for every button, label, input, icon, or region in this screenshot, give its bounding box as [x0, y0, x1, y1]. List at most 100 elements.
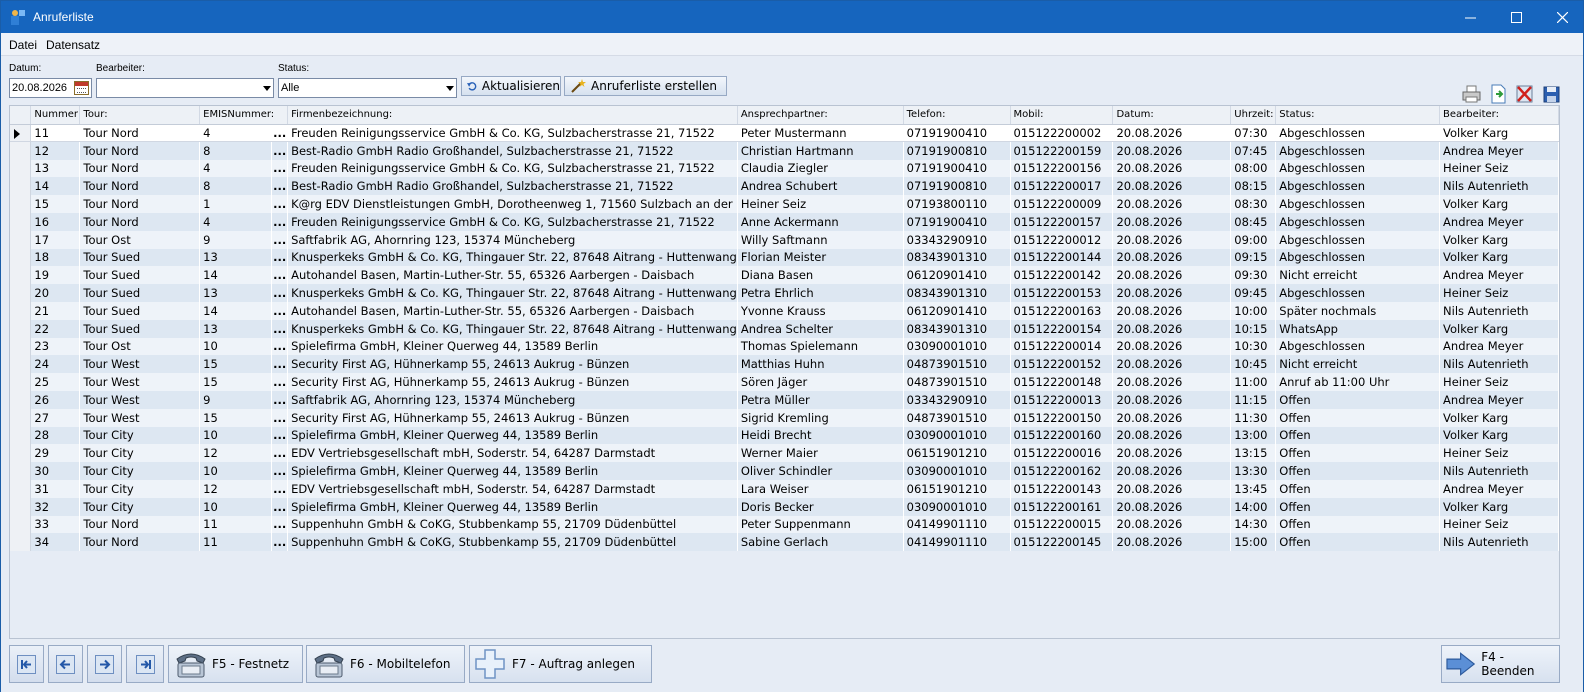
table-row[interactable]: 16 Tour Nord 4... Freuden Reinigungsservice… — [10, 212, 1559, 231]
cell-ansprechpartner[interactable]: Sigrid Kremling — [737, 408, 904, 427]
cell-bearbeiter[interactable]: Volker Karg — [1439, 230, 1559, 249]
cell-ansprechpartner[interactable]: Oliver Schindler — [737, 462, 904, 480]
cell-nummer[interactable]: 33 — [30, 515, 81, 534]
cell-nummer[interactable]: 34 — [30, 533, 81, 552]
row-indicator[interactable] — [10, 408, 32, 427]
row-indicator[interactable] — [10, 284, 32, 302]
cell-datum[interactable]: 20.08.2026 — [1112, 533, 1232, 552]
last-record-button[interactable] — [126, 645, 164, 683]
cell-nummer[interactable]: 32 — [30, 497, 81, 516]
table-row[interactable]: 21 Tour Sued 14... Autohandel Basen, Martin… — [10, 301, 1559, 320]
cell-datum[interactable]: 20.08.2026 — [1112, 212, 1232, 231]
cell-firmenbezeichnung[interactable]: Security First AG, Hühnerkamp 55, 24613 … — [287, 408, 738, 427]
cell-mobil[interactable]: 015122200009 — [1010, 195, 1114, 213]
cell-ansprechpartner[interactable]: Heiner Seiz — [737, 195, 904, 213]
cell-ansprechpartner[interactable]: Willy Saftmann — [737, 230, 904, 249]
cell-ansprechpartner[interactable]: Christian Hartmann — [737, 141, 904, 160]
cell-firmenbezeichnung[interactable]: Knusperkeks GmbH & Co. KG, Thingauer Str… — [287, 284, 738, 302]
row-indicator[interactable] — [10, 159, 32, 178]
cell-uhrzeit[interactable]: 07:30 — [1230, 124, 1277, 143]
cell-emisnummer[interactable]: 15 — [199, 355, 273, 374]
cell-nummer[interactable]: 25 — [30, 373, 81, 391]
menu-datensatz[interactable]: Datensatz — [46, 38, 100, 52]
row-indicator[interactable] — [10, 497, 32, 516]
row-indicator[interactable] — [10, 462, 32, 480]
create-list-button[interactable]: Anruferliste erstellen — [564, 76, 727, 96]
cell-firmenbezeichnung[interactable]: K@rg EDV Dienstleistungen GmbH, Dorothee… — [287, 195, 738, 213]
cell-mobil[interactable]: 015122200163 — [1010, 301, 1114, 320]
cell-uhrzeit[interactable]: 09:45 — [1230, 284, 1277, 302]
cell-datum[interactable]: 20.08.2026 — [1112, 159, 1232, 178]
cell-emisnummer[interactable]: 14 — [199, 301, 273, 320]
cell-datum[interactable]: 20.08.2026 — [1112, 355, 1232, 374]
table-row[interactable]: 28 Tour City 10... Spielefirma GmbH, Kleine… — [10, 426, 1559, 445]
table-row[interactable]: 27 Tour West 15... Security First AG, Hühne… — [10, 408, 1559, 427]
cell-emisnummer[interactable]: 11 — [199, 515, 273, 534]
cell-telefon[interactable]: 03343290910 — [903, 390, 1011, 409]
cell-status[interactable]: Abgeschlossen — [1275, 141, 1441, 160]
cell-nummer[interactable]: 21 — [30, 301, 81, 320]
export-button[interactable] — [1489, 84, 1508, 104]
cell-emisnummer[interactable]: 10 — [199, 426, 273, 445]
cell-tour[interactable]: Tour City — [79, 497, 201, 516]
cell-datum[interactable]: 20.08.2026 — [1112, 337, 1232, 356]
emis-lookup-button[interactable]: ... — [271, 373, 289, 391]
cell-telefon[interactable]: 06120901410 — [903, 266, 1011, 285]
cell-emisnummer[interactable]: 15 — [199, 408, 273, 427]
cell-bearbeiter[interactable]: Heiner Seiz — [1439, 515, 1559, 534]
cell-status[interactable]: Offen — [1275, 479, 1441, 498]
cell-datum[interactable]: 20.08.2026 — [1112, 426, 1232, 445]
cell-datum[interactable]: 20.08.2026 — [1112, 284, 1232, 302]
cell-ansprechpartner[interactable]: Doris Becker — [737, 497, 904, 516]
cell-datum[interactable]: 20.08.2026 — [1112, 230, 1232, 249]
maximize-button[interactable] — [1493, 1, 1539, 33]
cell-bearbeiter[interactable]: Nils Autenrieth — [1439, 177, 1559, 196]
cell-mobil[interactable]: 015122200014 — [1010, 337, 1114, 356]
row-indicator[interactable] — [10, 141, 32, 160]
cell-bearbeiter[interactable]: Heiner Seiz — [1439, 373, 1559, 391]
col-header-nummer[interactable]: Nummer — [30, 106, 81, 125]
table-row[interactable]: 15 Tour Nord 1... K@rg EDV Dienstleistungen… — [10, 195, 1559, 213]
emis-lookup-button[interactable]: ... — [271, 462, 289, 480]
cell-datum[interactable]: 20.08.2026 — [1112, 248, 1232, 267]
cell-ansprechpartner[interactable]: Sören Jäger — [737, 373, 904, 391]
emis-lookup-button[interactable]: ... — [271, 319, 289, 338]
cell-mobil[interactable]: 015122200161 — [1010, 497, 1114, 516]
cell-ansprechpartner[interactable]: Werner Maier — [737, 444, 904, 463]
cell-bearbeiter[interactable]: Volker Karg — [1439, 319, 1559, 338]
datum-field[interactable]: 20.08.2026 — [9, 78, 92, 98]
refresh-button[interactable]: Aktualisieren — [461, 76, 561, 96]
emis-lookup-button[interactable]: ... — [271, 284, 289, 302]
row-indicator[interactable] — [10, 124, 32, 143]
cell-firmenbezeichnung[interactable]: Best-Radio GmbH Radio Großhandel, Sulzba… — [287, 141, 738, 160]
cell-nummer[interactable]: 19 — [30, 266, 81, 285]
cell-bearbeiter[interactable]: Andrea Meyer — [1439, 479, 1559, 498]
cell-bearbeiter[interactable]: Volker Karg — [1439, 124, 1559, 143]
cell-tour[interactable]: Tour Nord — [79, 195, 201, 213]
cell-emisnummer[interactable]: 13 — [199, 248, 273, 267]
table-row[interactable]: 17 Tour Ost 9... Saftfabrik AG, Ahornring 1… — [10, 230, 1559, 249]
table-row[interactable]: 20 Tour Sued 13... Knusperkeks GmbH & Co. K… — [10, 284, 1559, 302]
col-header-firmenbezeichnung[interactable]: Firmenbezeichnung: — [287, 106, 738, 125]
cell-mobil[interactable]: 015122200160 — [1010, 426, 1114, 445]
cell-status[interactable]: Offen — [1275, 444, 1441, 463]
col-header-emisnummer[interactable]: EMISNummer: — [199, 106, 289, 125]
cell-ansprechpartner[interactable]: Peter Mustermann — [737, 124, 904, 143]
cell-emisnummer[interactable]: 12 — [199, 479, 273, 498]
row-indicator[interactable] — [10, 515, 32, 534]
cell-tour[interactable]: Tour Nord — [79, 141, 201, 160]
cell-mobil[interactable]: 015122200143 — [1010, 479, 1114, 498]
cell-tour[interactable]: Tour Sued — [79, 301, 201, 320]
bearbeiter-select[interactable] — [96, 78, 274, 98]
cell-ansprechpartner[interactable]: Claudia Ziegler — [737, 159, 904, 178]
cell-ansprechpartner[interactable]: Matthias Huhn — [737, 355, 904, 374]
cell-firmenbezeichnung[interactable]: Spielefirma GmbH, Kleiner Querweg 44, 13… — [287, 462, 738, 480]
table-row[interactable]: 25 Tour West 15... Security First AG, Hühne… — [10, 373, 1559, 391]
cell-datum[interactable]: 20.08.2026 — [1112, 266, 1232, 285]
table-row[interactable]: 30 Tour City 10... Spielefirma GmbH, Kleine… — [10, 462, 1559, 480]
cell-telefon[interactable]: 08343901310 — [903, 284, 1011, 302]
cell-status[interactable]: Abgeschlossen — [1275, 124, 1441, 143]
cell-telefon[interactable]: 07191900410 — [903, 124, 1011, 143]
cell-bearbeiter[interactable]: Andrea Meyer — [1439, 212, 1559, 231]
cell-mobil[interactable]: 015122200153 — [1010, 284, 1114, 302]
